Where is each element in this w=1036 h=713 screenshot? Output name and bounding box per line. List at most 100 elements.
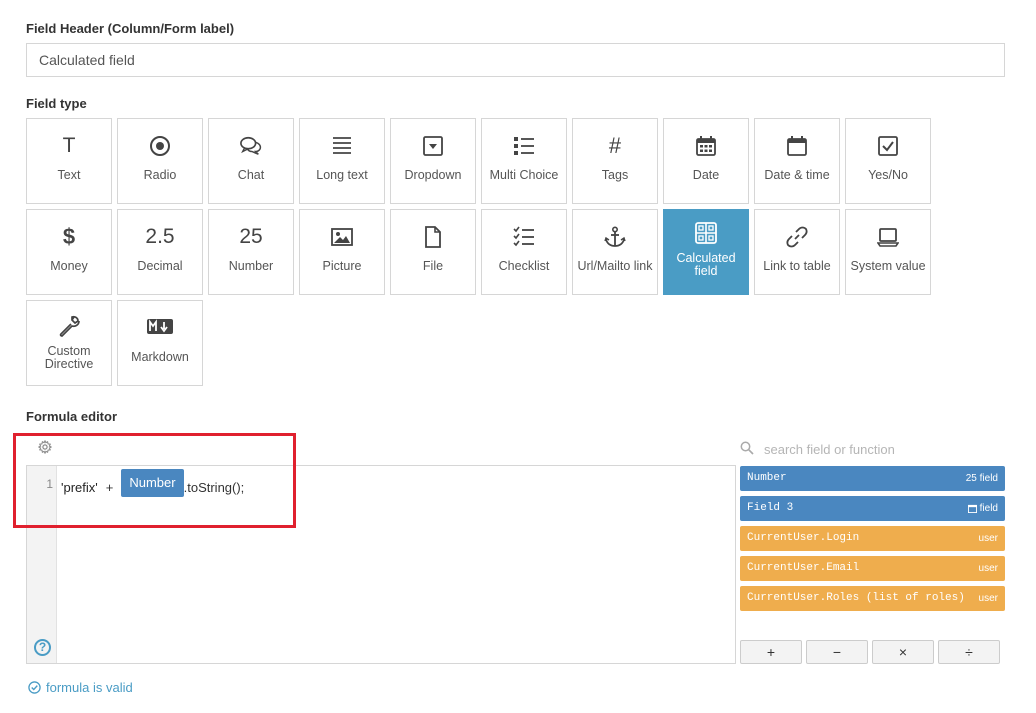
markdown-icon [147, 315, 173, 341]
field-type-label-long-text: Long text [316, 168, 368, 182]
field-type-radio[interactable]: Radio [117, 118, 203, 204]
field-type-label-date-time: Date & time [764, 168, 830, 182]
editor-gutter: 1 [27, 466, 57, 663]
field-type-long-text[interactable]: Long text [299, 118, 385, 204]
divide-button[interactable]: ÷ [938, 640, 1000, 664]
formula-code-line[interactable]: 'prefix' + Number .toString(); [61, 469, 245, 497]
field-type-label: Field type [26, 96, 87, 111]
list-item-name: CurrentUser.Roles (list of roles) [747, 592, 965, 604]
field-chip-number[interactable]: Number [121, 469, 184, 497]
operator-buttons: + − × ÷ [740, 640, 1005, 664]
multi-choice-icon [513, 133, 535, 159]
chat-icon [240, 133, 262, 159]
field-type-grid: T Text Radio Chat Long text Dropdown Mul… [26, 118, 936, 388]
long-text-icon [331, 133, 353, 159]
field-header-label: Field Header (Column/Form label) [26, 21, 235, 36]
checklist-icon [513, 224, 535, 250]
calendar-icon [967, 504, 977, 513]
list-item-tag-wrap: field [967, 496, 998, 521]
field-type-checklist[interactable]: Checklist [481, 209, 567, 295]
search-field-input[interactable] [758, 438, 1003, 460]
field-type-label-markdown: Markdown [131, 350, 189, 364]
field-header-input[interactable]: Calculated field [26, 43, 1005, 77]
text-icon: T [62, 134, 76, 157]
anchor-icon [604, 224, 626, 250]
field-type-number[interactable]: 25 Number [208, 209, 294, 295]
field-type-date[interactable]: Date [663, 118, 749, 204]
picture-icon [331, 224, 353, 250]
field-type-label-chat: Chat [237, 168, 265, 182]
field-type-label-radio: Radio [143, 168, 177, 182]
field-type-text[interactable]: T Text [26, 118, 112, 204]
code-string-literal: 'prefix' [61, 479, 98, 495]
list-item-tag: user [978, 593, 998, 604]
field-type-custom-directive[interactable]: Custom Directive [26, 300, 112, 386]
field-type-label-multi-choice: Multi Choice [489, 168, 559, 182]
field-type-system-value[interactable]: System value [845, 209, 931, 295]
field-type-label-system-value: System value [850, 259, 926, 273]
list-item-name: CurrentUser.Login [747, 532, 860, 544]
field-type-label-calculated: Calculated field [676, 251, 736, 278]
field-type-markdown[interactable]: Markdown [117, 300, 203, 386]
list-item-number[interactable]: Number 25 field [740, 466, 1005, 491]
list-item-tag: user [978, 533, 998, 544]
checkbox-icon [877, 133, 899, 159]
hashtag-icon: # [608, 133, 622, 158]
list-item-tag: field [979, 503, 998, 514]
field-type-yes-no[interactable]: Yes/No [845, 118, 931, 204]
gear-icon[interactable] [37, 439, 53, 455]
field-type-label-custom-directive: Custom Directive [44, 344, 94, 371]
field-type-label-number: Number [228, 259, 274, 273]
list-item-name: Field 3 [747, 502, 794, 514]
field-type-url[interactable]: Url/Mailto link [572, 209, 658, 295]
field-type-label-date: Date [692, 168, 720, 182]
field-type-label-text: Text [57, 168, 81, 182]
field-type-decimal[interactable]: 2.5 Decimal [117, 209, 203, 295]
field-type-label-picture: Picture [322, 259, 362, 273]
field-type-tags[interactable]: # Tags [572, 118, 658, 204]
list-item-current-user-login[interactable]: CurrentUser.Login user [740, 526, 1005, 551]
field-type-money[interactable]: $ Money [26, 209, 112, 295]
dollar-icon: $ [62, 224, 76, 249]
number-icon: 25 [239, 225, 263, 248]
field-type-label-tags: Tags [601, 168, 629, 182]
field-type-file[interactable]: File [390, 209, 476, 295]
list-item-current-user-email[interactable]: CurrentUser.Email user [740, 556, 1005, 581]
list-item-name: CurrentUser.Email [747, 562, 860, 574]
formula-editor[interactable]: 1 'prefix' + Number .toString(); ? [26, 465, 736, 664]
field-type-label-file: File [422, 259, 444, 273]
field-type-chat[interactable]: Chat [208, 118, 294, 204]
field-type-label-checklist: Checklist [498, 259, 550, 273]
calculator-icon [695, 220, 717, 246]
field-type-label-dropdown: Dropdown [404, 168, 462, 182]
list-item-field-3[interactable]: Field 3 field [740, 496, 1005, 521]
link-icon [786, 224, 808, 250]
field-type-date-time[interactable]: Date & time [754, 118, 840, 204]
field-type-label-decimal: Decimal [137, 259, 183, 273]
field-type-calculated[interactable]: Calculated field [663, 209, 749, 295]
field-type-dropdown[interactable]: Dropdown [390, 118, 476, 204]
code-method-call: .toString(); [183, 479, 245, 495]
field-type-multi-choice[interactable]: Multi Choice [481, 118, 567, 204]
wrench-icon [58, 313, 80, 339]
field-type-label-yes-no: Yes/No [868, 168, 908, 182]
search-icon [740, 441, 754, 455]
list-item-current-user-roles[interactable]: CurrentUser.Roles (list of roles) user [740, 586, 1005, 611]
line-number: 1 [46, 477, 53, 491]
file-icon [422, 224, 444, 250]
list-item-tag: 25 field [965, 473, 998, 484]
plus-button[interactable]: + [740, 640, 802, 664]
dropdown-icon [422, 133, 444, 159]
field-type-label-link-to-table: Link to table [763, 259, 831, 273]
radio-icon [149, 133, 171, 159]
multiply-button[interactable]: × [872, 640, 934, 664]
laptop-icon [877, 224, 899, 250]
help-icon[interactable]: ? [34, 639, 51, 656]
formula-status: formula is valid [28, 680, 133, 695]
minus-button[interactable]: − [806, 640, 868, 664]
field-type-link-to-table[interactable]: Link to table [754, 209, 840, 295]
list-item-name: Number [747, 472, 787, 484]
field-type-picture[interactable]: Picture [299, 209, 385, 295]
decimal-icon: 2.5 [145, 225, 175, 248]
formula-status-text: formula is valid [46, 680, 133, 695]
